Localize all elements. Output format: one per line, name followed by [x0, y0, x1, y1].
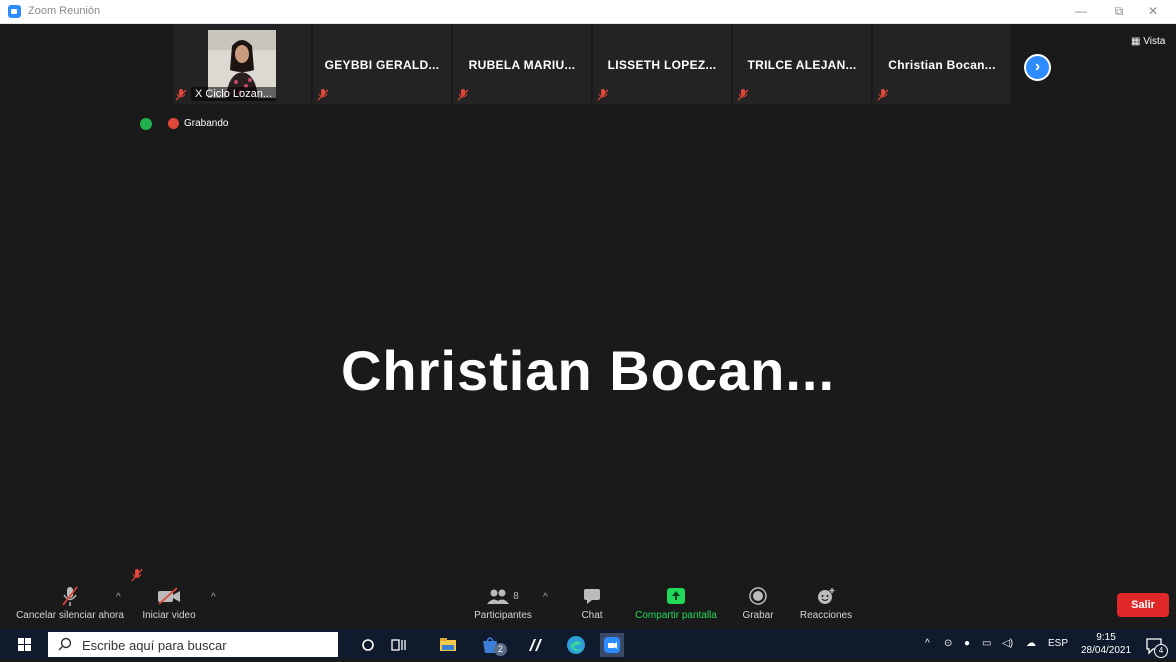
participants-button[interactable]: 8 Participantes	[468, 585, 538, 621]
unmute-button[interactable]: Cancelar silenciar ahora	[14, 585, 126, 621]
recording-label: Grabando	[184, 118, 229, 129]
app-icon[interactable]	[524, 633, 548, 657]
store-badge: 2	[494, 643, 507, 656]
recording-icon	[168, 118, 179, 129]
search-placeholder: Escribe aquí para buscar	[82, 638, 227, 653]
task-view-icon[interactable]	[386, 633, 410, 657]
cortana-icon[interactable]	[356, 633, 380, 657]
mic-muted-icon	[737, 88, 749, 106]
participant-name: GEYBBI GERALD...	[324, 58, 440, 72]
record-icon	[736, 585, 780, 607]
view-button-label: Vista	[1143, 36, 1166, 47]
mic-muted-icon	[877, 88, 889, 106]
participant-tile[interactable]: Christian Bocan...	[873, 24, 1011, 104]
onedrive-icon[interactable]: ☁	[1026, 638, 1036, 649]
share-screen-icon	[626, 585, 726, 607]
restore-button[interactable]: ⧉	[1104, 0, 1134, 23]
edge-browser-icon[interactable]	[564, 633, 588, 657]
record-button[interactable]: Grabar	[736, 585, 780, 621]
participants-label: Participantes	[474, 610, 532, 621]
participant-tile[interactable]: GEYBBI GERALD...	[313, 24, 451, 104]
participant-strip: X Ciclo Lozan... GEYBBI GERALD... RUBELA…	[173, 24, 1013, 104]
microphone-icon[interactable]: ●	[964, 638, 970, 649]
share-screen-label: Compartir pantalla	[635, 610, 717, 621]
minimize-button[interactable]: —	[1066, 0, 1096, 23]
clock-time: 9:15	[1096, 632, 1116, 643]
pen-icon[interactable]: ⊙	[944, 638, 952, 649]
record-label: Grabar	[742, 610, 774, 621]
share-screen-button[interactable]: Compartir pantalla	[626, 585, 726, 621]
store-icon[interactable]: 2	[480, 633, 507, 657]
start-video-label: Iniciar video	[142, 610, 196, 621]
chevron-up-icon[interactable]: ^	[543, 592, 548, 603]
taskbar-clock[interactable]: 9:15 28/04/2021	[1081, 631, 1131, 657]
emoji-plus-icon	[796, 585, 856, 607]
notifications-icon[interactable]: 4	[1142, 633, 1168, 658]
unmute-label: Cancelar silenciar ahora	[16, 610, 124, 621]
mic-muted-icon	[597, 88, 609, 106]
participants-count: 8	[513, 590, 519, 602]
meeting-stage	[7, 24, 1172, 624]
window-title: Zoom Reunión	[28, 5, 101, 17]
volume-icon[interactable]: ◁)	[1002, 638, 1013, 649]
mic-muted-icon	[317, 88, 329, 106]
close-button[interactable]: ✕	[1138, 0, 1168, 23]
participant-name: LISSETH LOPEZ...	[607, 58, 717, 72]
windows-taskbar: Escribe aquí para buscar 2 ^ ⊙ ● ▭ ◁) ☁ …	[0, 629, 1176, 659]
participant-name: X Ciclo Lozan...	[191, 87, 277, 101]
next-page-button[interactable]: ›	[1024, 54, 1051, 81]
security-shield-icon[interactable]	[140, 118, 152, 130]
search-icon	[58, 637, 72, 656]
chevron-up-icon[interactable]: ^	[925, 638, 930, 649]
participant-tile[interactable]: X Ciclo Lozan...	[173, 24, 311, 104]
zoom-taskbar-icon[interactable]	[600, 633, 624, 657]
battery-icon[interactable]: ▭	[982, 638, 991, 649]
view-button[interactable]: ▦ Vista	[1131, 36, 1165, 47]
start-video-button[interactable]: Iniciar video	[138, 585, 200, 621]
participant-tile[interactable]: RUBELA MARIU...	[453, 24, 591, 104]
reactions-label: Reacciones	[799, 610, 853, 621]
windows-start-icon[interactable]	[18, 638, 31, 651]
chevron-up-icon[interactable]: ^	[211, 592, 216, 603]
chat-button[interactable]: Chat	[574, 585, 610, 621]
zoom-app-icon	[8, 5, 21, 18]
chevron-right-icon: ›	[1034, 58, 1041, 75]
active-speaker-name: Christian Bocan...	[340, 339, 836, 402]
mic-muted-icon	[175, 88, 187, 106]
participant-tile[interactable]: LISSETH LOPEZ...	[593, 24, 731, 104]
mic-muted-icon	[14, 585, 126, 607]
chat-icon	[574, 585, 610, 607]
participants-icon: 8	[468, 585, 538, 607]
leave-meeting-button[interactable]: Salir	[1117, 593, 1169, 617]
window-titlebar: Zoom Reunión — ⧉ ✕	[0, 0, 1176, 24]
file-explorer-icon[interactable]	[436, 633, 460, 657]
taskbar-search-box[interactable]: Escribe aquí para buscar	[48, 632, 338, 657]
clock-date: 28/04/2021	[1081, 645, 1132, 656]
participant-name: Christian Bocan...	[888, 58, 996, 72]
participant-tile[interactable]: TRILCE ALEJAN...	[733, 24, 871, 104]
chat-label: Chat	[581, 610, 603, 621]
chevron-up-icon[interactable]: ^	[116, 592, 121, 603]
video-off-icon	[138, 585, 200, 607]
grid-icon: ▦	[1131, 36, 1141, 47]
participant-name: TRILCE ALEJAN...	[747, 58, 857, 72]
notifications-badge: 4	[1154, 644, 1168, 658]
mic-muted-icon	[457, 88, 469, 106]
language-indicator[interactable]: ESP	[1048, 638, 1068, 649]
participant-name: RUBELA MARIU...	[468, 58, 576, 72]
reactions-button[interactable]: Reacciones	[796, 585, 856, 621]
